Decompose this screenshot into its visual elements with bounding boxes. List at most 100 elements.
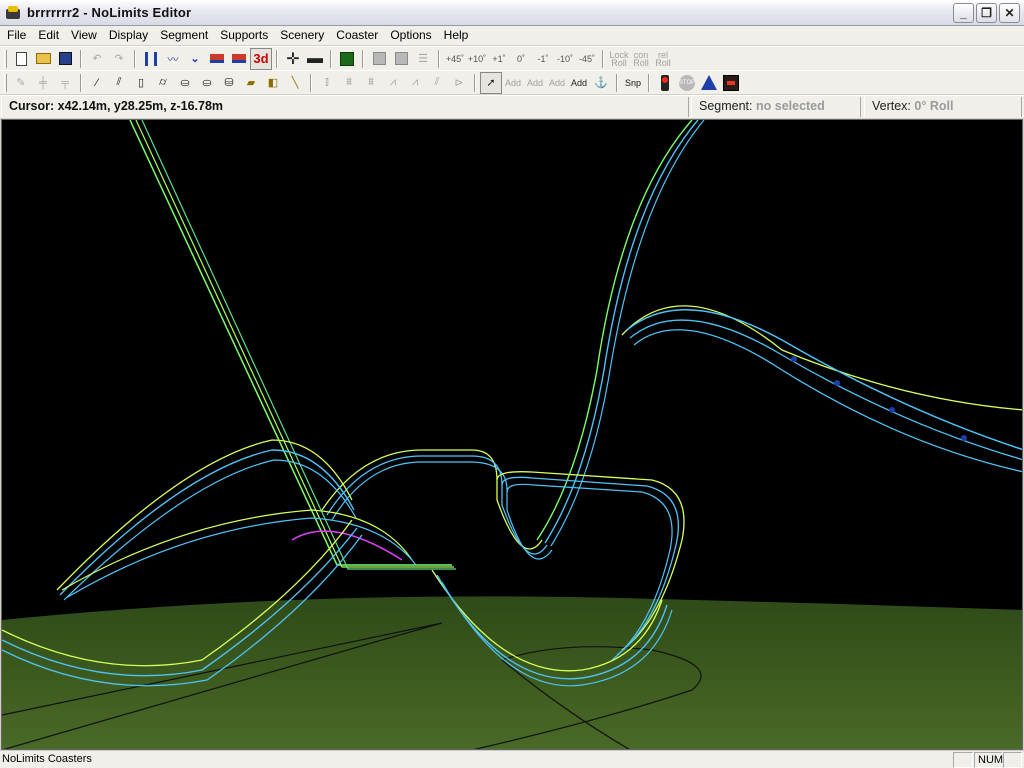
support-type-5-button[interactable]: ⩘ [404,72,426,94]
status-panel-caps [953,752,973,768]
support-type-7-button[interactable]: ⊳ [448,72,470,94]
menu-supports[interactable]: Supports [214,26,274,45]
undo-button[interactable]: ↶ [86,48,108,70]
cursor-readout: Cursor: x42.14m, y28.25m, z-16.78m [1,97,689,117]
status-panel-scroll [1003,752,1022,768]
support-type-icon: ⫽ [434,76,440,88]
roll-minus10-button[interactable]: -10˚ [554,48,576,70]
drop-track [536,120,705,547]
draw-line-button[interactable]: ∕ [86,72,108,94]
roll-zero-button[interactable]: 0˚ [510,48,532,70]
traffic-light-button[interactable] [654,72,676,94]
beam-button[interactable]: ╲ [284,72,306,94]
3d-viewport[interactable] [1,119,1023,750]
toolbar-separator [276,49,278,68]
roll-minus45-button[interactable]: -45˚ [576,48,598,70]
menu-display[interactable]: Display [103,26,154,45]
fill-icon [394,52,408,65]
support-type-4-button[interactable]: ⩘ [382,72,404,94]
support-type-icon: ⊳ [454,77,464,89]
menu-edit[interactable]: Edit [32,26,65,45]
close-button[interactable]: ✕ [999,3,1020,23]
con-roll-button[interactable]: con Roll [630,48,652,70]
add-node-1-button[interactable]: Add [502,72,524,94]
minimize-button[interactable]: _ [953,3,974,23]
3d-view-button[interactable]: 3d [250,47,272,70]
plank-icon: ▰ [246,77,256,89]
redo-button[interactable]: ↷ [108,48,130,70]
zoom-in-button[interactable]: ✛ [282,48,304,70]
column-button[interactable]: ▯ [130,72,152,94]
toolbar-separator [602,49,604,68]
warning-button[interactable] [698,72,720,94]
rel-roll-button[interactable]: rel Roll [652,48,674,70]
restore-button[interactable]: ❐ [976,3,997,23]
add-node-4-button[interactable]: Add [568,72,590,94]
roll-plus1-button[interactable]: +1˚ [488,48,510,70]
roll-plus45-button[interactable]: +45˚ [444,48,466,70]
box-button[interactable]: ◧ [262,72,284,94]
toolbar-separator [134,49,136,68]
add-node-2-button[interactable]: Add [524,72,546,94]
align-button[interactable]: ☰ [412,48,434,70]
scenery-icon [232,54,246,63]
support-type-3-button[interactable]: ⩩ [360,72,382,94]
save-button[interactable] [54,48,76,70]
menu-scenery[interactable]: Scenery [274,26,330,45]
add-node-3-button[interactable]: Add [546,72,568,94]
menu-options[interactable]: Options [384,26,437,45]
roll-plus10-button[interactable]: +10˚ [466,48,488,70]
draw-double-button[interactable]: ⫽ [108,72,130,94]
menu-file[interactable]: File [1,26,32,45]
support-type-2-button[interactable]: ⩩ [338,72,360,94]
stop-button[interactable]: STOP [676,72,698,94]
toolbar-separator [330,49,332,68]
toolbar-separator [80,49,82,68]
open-file-button[interactable] [32,48,54,70]
segment-value: no selected [756,99,825,113]
support-type-6-button[interactable]: ⫽ [426,72,448,94]
supports-view-button[interactable] [206,48,228,70]
cylinder-4-button[interactable]: ⛁ [218,72,240,94]
plank-button[interactable]: ▰ [240,72,262,94]
table-button[interactable] [368,48,390,70]
spline-button[interactable]: 〰 [162,48,184,70]
plus-icon: ✛ [286,50,300,68]
support-type-1-button[interactable]: ⫾ [316,72,338,94]
cylinder-2-button[interactable]: ⛀ [174,72,196,94]
tool-2-button[interactable]: ╪ [32,72,54,94]
toolbar-grip[interactable] [4,73,7,92]
snap-button[interactable]: Snp [622,72,644,94]
box-icon: ◧ [267,77,279,89]
fill-button[interactable] [390,48,412,70]
zoom-out-button[interactable]: ▬ [304,48,326,70]
scenery-view-button[interactable] [228,48,250,70]
lock-roll-button[interactable]: Lock Roll [608,48,630,70]
train-button[interactable] [720,72,742,94]
coaster-scene[interactable] [2,120,1023,750]
roll-minus1-button[interactable]: -1˚ [532,48,554,70]
track-icon [145,51,157,66]
track-view-button[interactable] [140,48,162,70]
stop-icon: STOP [679,74,695,91]
app-icon[interactable] [5,5,21,21]
select-button[interactable]: ➚ [480,71,502,94]
menu-coaster[interactable]: Coaster [330,26,384,45]
menu-help[interactable]: Help [438,26,475,45]
status-text: NoLimits Coasters [2,753,92,765]
status-bar: NoLimits Coasters NUM [0,750,1024,768]
curve-icon: ⌄ [190,53,200,65]
tool-3-button[interactable]: ╤ [54,72,76,94]
tool-1-button[interactable]: ✎ [10,72,32,94]
lift-hill-track [129,120,456,570]
segment-label: Segment: [699,99,753,113]
menu-view[interactable]: View [65,26,103,45]
new-file-button[interactable] [10,48,32,70]
add-ground-button[interactable]: ⚓ [590,72,612,94]
menu-segment[interactable]: Segment [154,26,214,45]
grid-button[interactable] [336,48,358,70]
cylinder-3-button[interactable]: ⛀ [196,72,218,94]
toolbar-grip[interactable] [4,49,7,68]
cylinder-1-button[interactable]: ⌭ [152,72,174,94]
curve-button[interactable]: ⌄ [184,48,206,70]
